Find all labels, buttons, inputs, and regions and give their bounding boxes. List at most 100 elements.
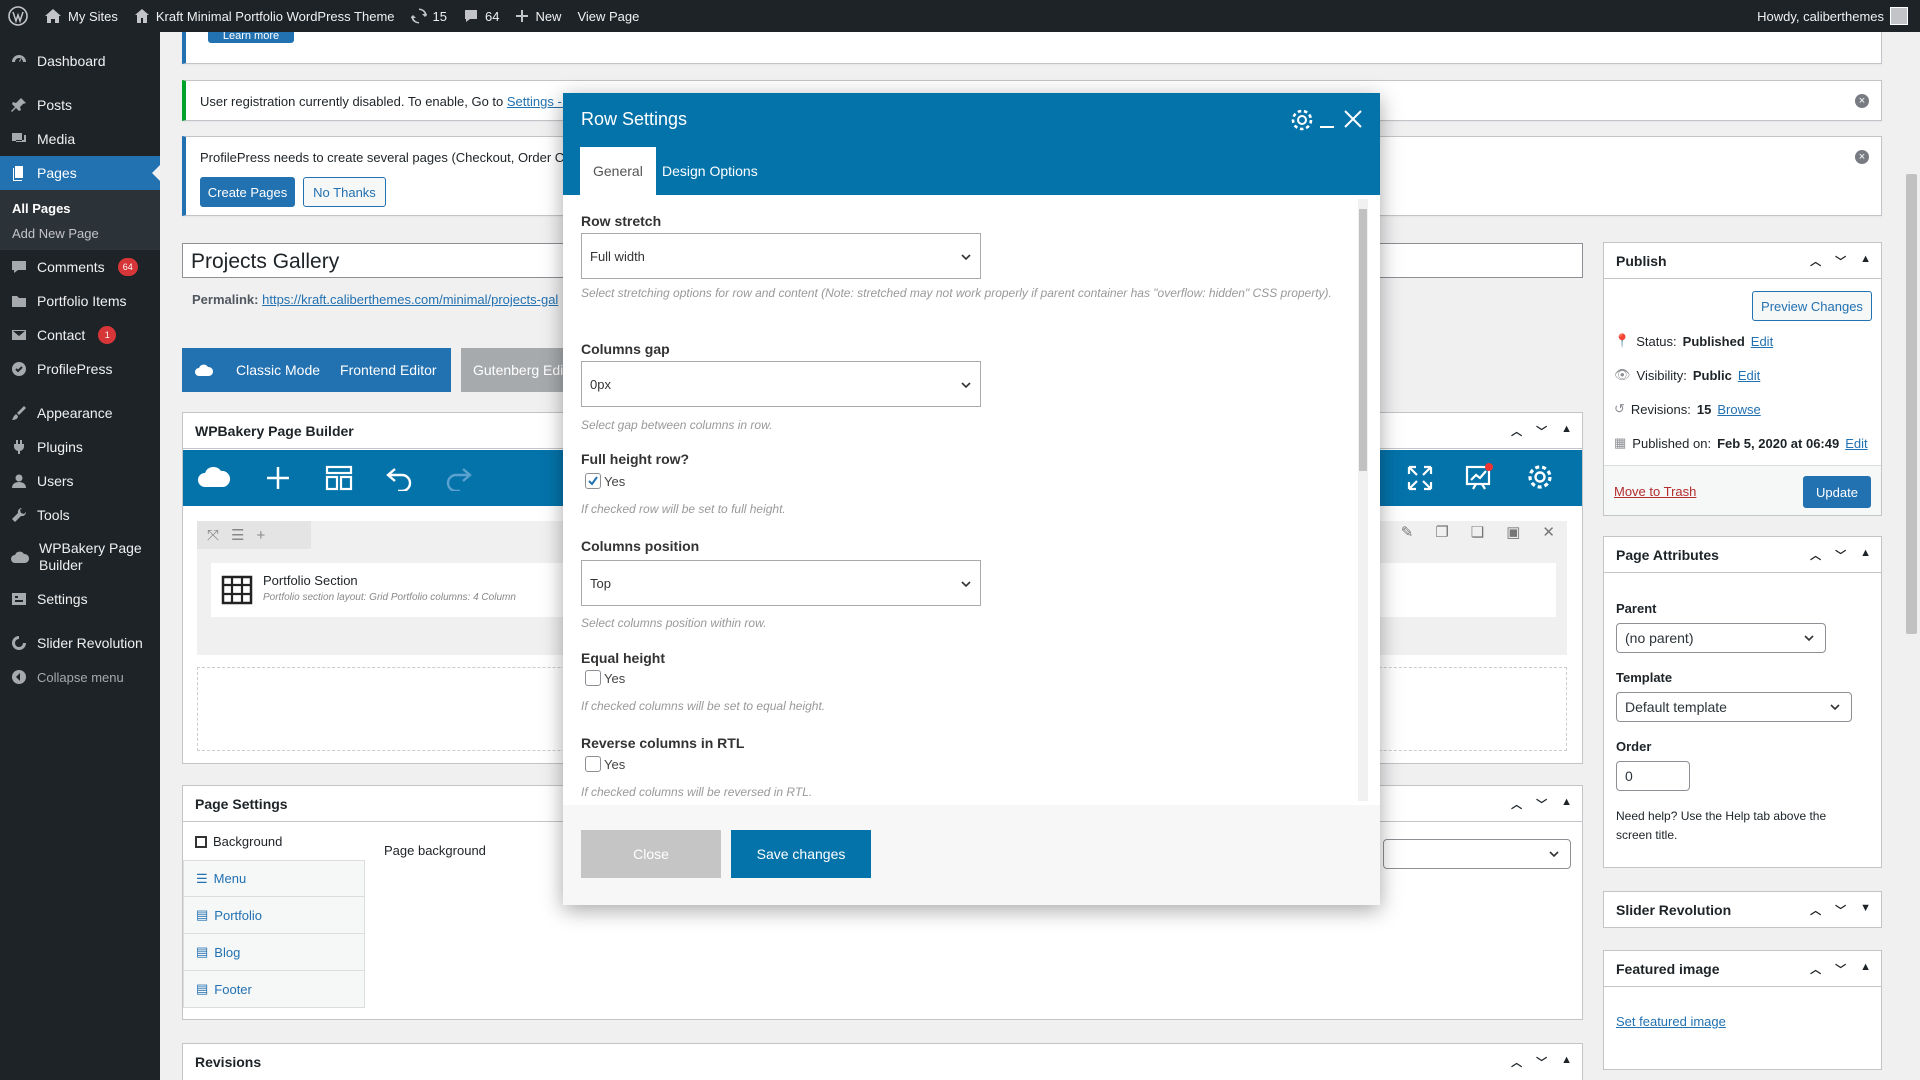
set-featured-image-link[interactable]: Set featured image: [1616, 1014, 1726, 1029]
checkbox-checked-icon[interactable]: [585, 473, 601, 489]
add-element-icon[interactable]: [265, 465, 291, 491]
clone-row-icon[interactable]: ❐: [1435, 523, 1448, 541]
paste-row-icon[interactable]: ▣: [1506, 523, 1520, 541]
page-scrollbar-thumb[interactable]: [1906, 174, 1917, 634]
menu-posts[interactable]: Posts: [0, 88, 160, 122]
menu-profilepress[interactable]: ProfilePress: [0, 352, 160, 386]
collapse-menu[interactable]: Collapse menu: [0, 660, 160, 694]
tab-footer[interactable]: ▤ Footer: [183, 971, 365, 1008]
permalink-url[interactable]: https://kraft.caliberthemes.com/minimal/…: [262, 292, 558, 307]
edit-date-link[interactable]: Edit: [1845, 436, 1867, 451]
menu-portfolio-items[interactable]: Portfolio Items: [0, 284, 160, 318]
tab-background[interactable]: Background: [183, 823, 365, 860]
close-button[interactable]: Close: [581, 830, 721, 878]
menu-dashboard[interactable]: Dashboard: [0, 44, 160, 78]
dismiss-icon[interactable]: ×: [1855, 150, 1869, 164]
columns-gap-select[interactable]: 0px: [581, 361, 981, 407]
gear-icon[interactable]: [1290, 108, 1314, 132]
toggle-icon[interactable]: ▲: [1860, 961, 1871, 977]
gutenberg-button[interactable]: Gutenberg Edi: [461, 348, 571, 392]
move-down-icon[interactable]: ﹀: [1536, 423, 1547, 439]
menu-contact[interactable]: Contact 1: [0, 318, 160, 352]
page-background-select[interactable]: [1383, 839, 1571, 869]
template-select[interactable]: Default template: [1616, 692, 1852, 722]
tab-general[interactable]: General: [580, 147, 656, 195]
move-to-trash-link[interactable]: Move to Trash: [1614, 484, 1696, 499]
frontend-editor-button[interactable]: Frontend Editor: [340, 362, 437, 378]
settings-gear-icon[interactable]: [1526, 463, 1554, 491]
tab-blog[interactable]: ▤ Blog: [183, 934, 365, 971]
classic-mode-button[interactable]: Classic Mode: [236, 362, 320, 378]
menu-comments[interactable]: Comments 64: [0, 250, 160, 284]
row-layout-icon[interactable]: ☰: [231, 526, 244, 544]
toggle-icon[interactable]: ▲: [1860, 547, 1871, 563]
updates-menu[interactable]: 15: [403, 0, 455, 32]
toggle-icon[interactable]: ▲: [1561, 796, 1572, 812]
move-down-icon[interactable]: ﹀: [1835, 253, 1846, 269]
checkbox-unchecked-icon[interactable]: [585, 756, 601, 772]
reverse-columns-checkbox[interactable]: Yes: [585, 756, 625, 772]
menu-media[interactable]: Media: [0, 122, 160, 156]
toggle-icon[interactable]: ▲: [1561, 423, 1572, 439]
move-up-icon[interactable]: ︿: [1511, 423, 1522, 439]
new-content-menu[interactable]: New: [507, 0, 569, 32]
equal-height-checkbox[interactable]: Yes: [585, 670, 625, 686]
no-thanks-button[interactable]: No Thanks: [303, 177, 386, 207]
redo-icon[interactable]: [445, 465, 473, 491]
save-changes-button[interactable]: Save changes: [731, 830, 871, 878]
menu-pages[interactable]: Pages: [0, 156, 160, 190]
submenu-all-pages[interactable]: All Pages: [0, 196, 160, 221]
comments-menu[interactable]: 64: [455, 0, 507, 32]
move-row-icon[interactable]: ⤧: [207, 527, 219, 544]
submenu-add-new-page[interactable]: Add New Page: [0, 221, 160, 246]
tab-portfolio[interactable]: ▤ Portfolio: [183, 897, 365, 934]
move-down-icon[interactable]: ﹀: [1536, 1054, 1547, 1070]
site-name-menu[interactable]: Kraft Minimal Portfolio WordPress Theme: [126, 0, 403, 32]
toggle-icon[interactable]: ▲: [1561, 1054, 1572, 1070]
templates-icon[interactable]: [325, 465, 353, 491]
add-column-icon[interactable]: +: [256, 527, 265, 544]
menu-settings[interactable]: Settings: [0, 582, 160, 616]
move-down-icon[interactable]: ﹀: [1835, 547, 1846, 563]
menu-tools[interactable]: Tools: [0, 498, 160, 532]
page-scrollbar[interactable]: [1903, 32, 1920, 1080]
edit-status-link[interactable]: Edit: [1751, 334, 1773, 349]
parent-select[interactable]: (no parent): [1616, 623, 1826, 653]
move-up-icon[interactable]: ︿: [1810, 902, 1821, 918]
checkbox-unchecked-icon[interactable]: [585, 670, 601, 686]
delete-row-icon[interactable]: ✕: [1542, 523, 1555, 541]
menu-appearance[interactable]: Appearance: [0, 396, 160, 430]
modal-scrollbar[interactable]: [1358, 199, 1368, 801]
view-page-link[interactable]: View Page: [569, 0, 647, 32]
menu-users[interactable]: Users: [0, 464, 160, 498]
modal-scrollbar-thumb[interactable]: [1359, 209, 1367, 471]
tab-design-options[interactable]: Design Options: [649, 147, 771, 195]
wpbakery-logo-icon[interactable]: [197, 463, 231, 491]
my-sites-menu[interactable]: My Sites: [36, 0, 126, 32]
edit-row-icon[interactable]: ✎: [1401, 523, 1414, 541]
menu-wpbakery[interactable]: WPBakery Page Builder: [0, 532, 160, 582]
dismiss-icon[interactable]: ×: [1855, 94, 1869, 108]
account-menu[interactable]: Howdy, caliberthemes: [1749, 0, 1920, 32]
update-button[interactable]: Update: [1803, 476, 1871, 508]
create-pages-button[interactable]: Create Pages: [200, 177, 295, 207]
move-up-icon[interactable]: ︿: [1511, 1054, 1522, 1070]
full-height-checkbox[interactable]: Yes: [585, 473, 625, 489]
order-input[interactable]: 0: [1616, 761, 1690, 791]
toggle-icon[interactable]: ▼: [1860, 902, 1871, 918]
preview-changes-button[interactable]: Preview Changes: [1752, 291, 1872, 321]
undo-icon[interactable]: [385, 465, 413, 491]
toggle-icon[interactable]: ▲: [1860, 253, 1871, 269]
edit-visibility-link[interactable]: Edit: [1738, 368, 1760, 383]
minimize-icon[interactable]: [1318, 109, 1336, 131]
menu-plugins[interactable]: Plugins: [0, 430, 160, 464]
move-down-icon[interactable]: ﹀: [1835, 961, 1846, 977]
move-up-icon[interactable]: ︿: [1511, 796, 1522, 812]
move-up-icon[interactable]: ︿: [1810, 961, 1821, 977]
fullscreen-icon[interactable]: [1406, 464, 1434, 492]
move-down-icon[interactable]: ﹀: [1536, 796, 1547, 812]
seo-icon[interactable]: [1464, 462, 1494, 492]
close-icon[interactable]: [1342, 108, 1364, 130]
copy-row-icon[interactable]: ❏: [1471, 523, 1484, 541]
tab-menu[interactable]: ☰ Menu: [183, 860, 365, 897]
